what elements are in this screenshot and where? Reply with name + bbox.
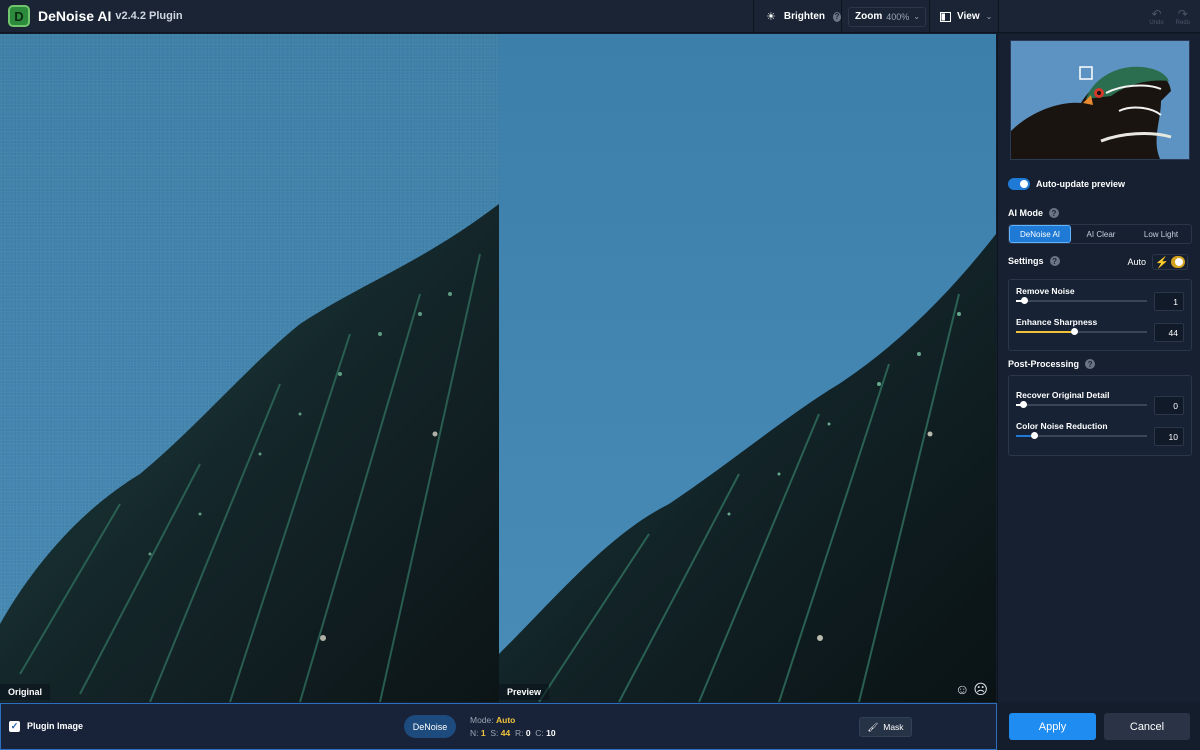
mode-summary: Mode: Auto N: 1 S: 44 R: 0 C: 10 <box>470 714 556 740</box>
redo-icon: ↷ <box>1177 6 1188 21</box>
plugin-image-checkbox[interactable]: ✓ <box>9 721 20 732</box>
auto-settings-toggle[interactable]: ⚡ <box>1152 254 1188 270</box>
lightning-icon: ⚡ <box>1155 256 1169 269</box>
chevron-down-icon: ⌄ <box>913 12 920 21</box>
app-window: D DeNoise AI v2.4.2 Plugin ☀ Brighten ? … <box>0 0 1200 750</box>
color-noise-value[interactable]: 10 <box>1154 427 1184 446</box>
zoom-control: Zoom 400% ⌄ <box>841 0 929 33</box>
smile-icon[interactable]: ☺ <box>955 681 969 698</box>
help-icon[interactable]: ? <box>1049 256 1060 266</box>
view-dropdown[interactable]: View ⌄ <box>929 0 999 33</box>
app-version: v2.4.2 Plugin <box>115 10 183 22</box>
recover-detail-slider-row: Recover Original Detail 0 <box>1016 390 1184 420</box>
help-icon[interactable]: ? <box>1085 359 1096 369</box>
mode-denoise-ai[interactable]: DeNoise AI <box>1009 225 1071 243</box>
enhance-sharpness-fill <box>1016 331 1074 333</box>
mode-value: Auto <box>496 715 516 725</box>
post-processing-label: Post-Processing <box>1008 359 1080 369</box>
r-value: 0 <box>525 728 531 738</box>
brush-icon: 🖌 <box>867 721 879 732</box>
top-bar: D DeNoise AI v2.4.2 Plugin ☀ Brighten ? … <box>0 0 1200 33</box>
enhance-sharpness-slider-row: Enhance Sharpness 44 <box>1016 317 1184 347</box>
preview-image-pane[interactable]: Preview ☺ ☹ <box>499 34 996 702</box>
settings-heading: Settings ? <box>1008 256 1060 266</box>
remove-noise-handle[interactable] <box>1020 297 1028 304</box>
split-view-icon <box>940 11 951 22</box>
preview-label: Preview <box>499 684 550 700</box>
mask-button[interactable]: 🖌 Mask <box>859 717 912 737</box>
settings-box: Remove Noise 1 Enhance Sharpness 44 <box>1008 279 1192 351</box>
ai-mode-selector: DeNoise AI AI Clear Low Light <box>1008 224 1192 244</box>
duck-thumbnail-image <box>1011 41 1189 159</box>
navigator-thumbnail[interactable] <box>1010 40 1190 160</box>
ai-mode-heading: AI Mode ? <box>1008 208 1059 218</box>
recover-detail-value[interactable]: 0 <box>1154 396 1184 415</box>
undo-label: Undo <box>1149 19 1164 26</box>
settings-label: Settings <box>1008 256 1044 266</box>
plugin-image-label: Plugin Image <box>27 721 84 731</box>
original-label: Original <box>0 684 51 700</box>
color-noise-track[interactable] <box>1016 432 1147 439</box>
original-image-pane[interactable]: Original <box>0 34 499 702</box>
feedback-group: ☺ ☹ <box>955 681 988 698</box>
recover-detail-handle[interactable] <box>1019 401 1027 408</box>
mask-label: Mask <box>883 722 904 732</box>
zoom-label: Zoom <box>855 11 883 22</box>
remove-noise-value[interactable]: 1 <box>1154 292 1184 311</box>
sun-icon: ☀ <box>766 11 776 23</box>
mode-low-light[interactable]: Low Light <box>1131 225 1191 243</box>
feather-image <box>499 234 996 702</box>
redo-label: Redo <box>1175 19 1190 26</box>
color-noise-handle[interactable] <box>1031 432 1039 439</box>
mode-prefix: Mode: <box>470 715 494 725</box>
auto-toggle-switch <box>1170 256 1185 268</box>
cancel-button[interactable]: Cancel <box>1104 713 1190 740</box>
enhance-sharpness-track[interactable] <box>1016 328 1147 335</box>
brighten-button[interactable]: ☀ Brighten ? <box>753 0 841 33</box>
undo-icon: ↶ <box>1151 6 1162 21</box>
ai-mode-label: AI Mode <box>1008 208 1043 218</box>
color-noise-slider-row: Color Noise Reduction 10 <box>1016 421 1184 451</box>
auto-settings-row: Auto ⚡ <box>1127 254 1188 270</box>
frown-icon[interactable]: ☹ <box>973 681 988 698</box>
auto-update-toggle[interactable] <box>1008 178 1030 190</box>
s-label: S: <box>490 728 499 738</box>
apply-button[interactable]: Apply <box>1009 713 1096 740</box>
bottom-bar: ✓ Plugin Image DeNoise Mode: Auto N: 1 S… <box>0 703 997 750</box>
s-value: 44 <box>500 728 511 738</box>
recover-detail-track[interactable] <box>1016 401 1147 408</box>
chevron-down-icon: ⌄ <box>985 12 993 21</box>
redo-button[interactable]: ↷ Redo <box>1176 8 1190 26</box>
zoom-dropdown[interactable]: Zoom 400% ⌄ <box>848 6 926 27</box>
auto-label: Auto <box>1127 257 1146 267</box>
brighten-label: Brighten <box>783 11 825 22</box>
app-logo: D <box>8 5 30 27</box>
zoom-value: 400% <box>886 11 910 22</box>
n-value: 1 <box>480 728 486 738</box>
post-processing-heading: Post-Processing ? <box>1008 359 1096 369</box>
enhance-sharpness-value[interactable]: 44 <box>1154 323 1184 342</box>
post-processing-box: Recover Original Detail 0 Color Noise Re… <box>1008 375 1192 456</box>
app-title: DeNoise AI <box>38 8 112 24</box>
enhance-sharpness-handle[interactable] <box>1070 328 1078 335</box>
mode-ai-clear[interactable]: AI Clear <box>1071 225 1131 243</box>
feather-image <box>0 204 499 702</box>
c-value: 10 <box>546 728 556 738</box>
remove-noise-track[interactable] <box>1016 297 1147 304</box>
help-icon[interactable]: ? <box>832 11 841 22</box>
auto-update-row: Auto-update preview <box>1008 178 1125 190</box>
auto-update-label: Auto-update preview <box>1036 179 1126 189</box>
remove-noise-slider-row: Remove Noise 1 <box>1016 286 1184 316</box>
c-label: C: <box>535 728 544 738</box>
undo-button[interactable]: ↶ Undo <box>1149 8 1163 26</box>
undo-redo-group: ↶ Undo ↷ Redo <box>1149 0 1200 33</box>
view-label: View <box>957 11 980 22</box>
settings-panel: Auto-update preview AI Mode ? DeNoise AI… <box>997 34 1200 702</box>
n-label: N: <box>470 728 479 738</box>
help-icon[interactable]: ? <box>1049 208 1059 218</box>
denoise-badge[interactable]: DeNoise <box>404 715 456 738</box>
r-label: R: <box>514 728 524 738</box>
